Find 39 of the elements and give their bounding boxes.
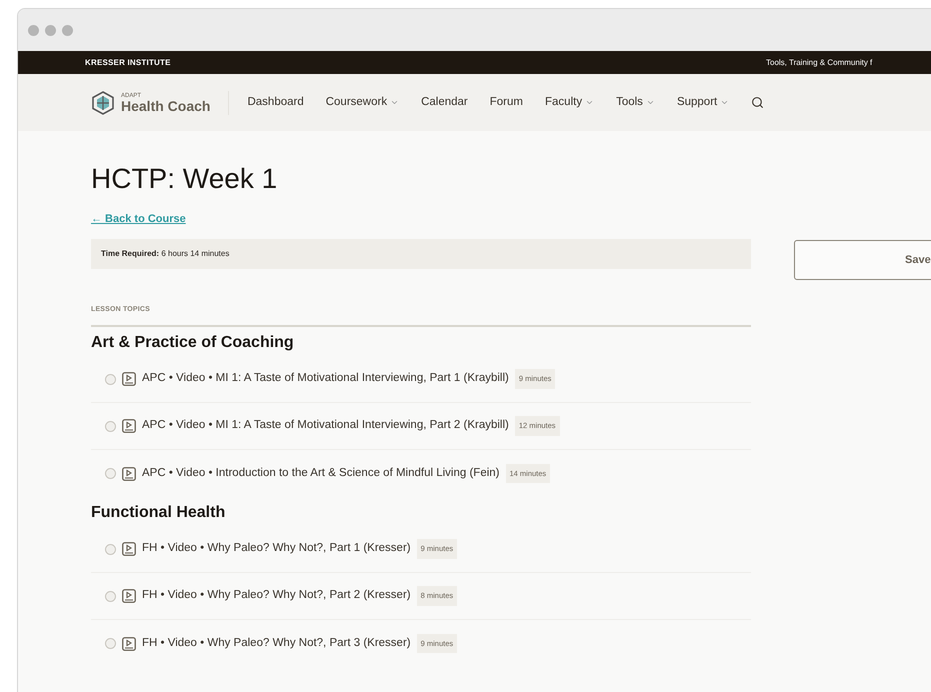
lesson-link[interactable]: APC • Video • MI 1: A Taste of Motivational Interviewing, Part 2 (Kraybill) bbox=[142, 417, 509, 435]
completion-radio[interactable] bbox=[105, 544, 116, 554]
video-icon bbox=[122, 636, 136, 650]
video-icon bbox=[122, 466, 136, 480]
time-required-text: Time Required: 6 hours 14 minutes bbox=[101, 248, 230, 260]
chevron-icon bbox=[646, 98, 655, 107]
video-icon bbox=[122, 372, 136, 386]
save-button[interactable]: Save bbox=[794, 240, 931, 280]
video-icon bbox=[122, 589, 136, 603]
nav-link[interactable]: Dashboard bbox=[247, 94, 304, 112]
completion-radio[interactable] bbox=[105, 638, 116, 649]
page-title: HCTP: Week 1 bbox=[91, 162, 278, 196]
completion-radio[interactable] bbox=[105, 468, 116, 479]
chevron-icon bbox=[390, 98, 400, 107]
logo-name: Health Coach bbox=[121, 98, 210, 112]
video-icon bbox=[122, 542, 136, 556]
section-heading: Functional Health bbox=[91, 503, 226, 523]
completion-radio[interactable] bbox=[105, 420, 116, 432]
nav-link[interactable]: Coursework bbox=[326, 94, 400, 112]
chevron-icon bbox=[585, 98, 594, 107]
lesson-link[interactable]: FH • Video • Why Paleo? Why Not?, Part 1 (Kresser) bbox=[142, 540, 411, 558]
chevron-icon bbox=[720, 98, 730, 107]
lesson-link[interactable]: FH • Video • Why Paleo? Why Not?, Part 2 (Kresser) bbox=[142, 587, 411, 605]
brand-name: KRESSER INSTITUTE bbox=[85, 56, 171, 68]
nav-link[interactable]: Calendar bbox=[421, 94, 468, 112]
lesson-link[interactable]: APC • Video • MI 1: A Taste of Motivational Interviewing, Part 1 (Kraybill) bbox=[142, 370, 509, 388]
search-icon[interactable] bbox=[751, 96, 764, 109]
tagline: Tools, Training & Community f bbox=[766, 56, 874, 68]
nav-link[interactable]: Forum bbox=[490, 94, 523, 112]
logo-icon bbox=[91, 90, 115, 114]
nav-link[interactable]: Tools bbox=[616, 94, 655, 112]
lesson-link[interactable]: FH • Video • Why Paleo? Why Not?, Part 3 (Kresser) bbox=[142, 634, 411, 652]
lesson-link[interactable]: APC • Video • Introduction to the Art & Science of Mindful Living (Fein) bbox=[142, 464, 500, 482]
completion-radio[interactable] bbox=[105, 590, 116, 602]
completion-radio[interactable] bbox=[105, 374, 116, 384]
section-heading: Art & Practice of Coaching bbox=[91, 333, 295, 353]
nav-link[interactable]: Support bbox=[676, 94, 730, 112]
nav-link[interactable]: Faculty bbox=[545, 94, 594, 112]
video-icon bbox=[122, 419, 136, 433]
